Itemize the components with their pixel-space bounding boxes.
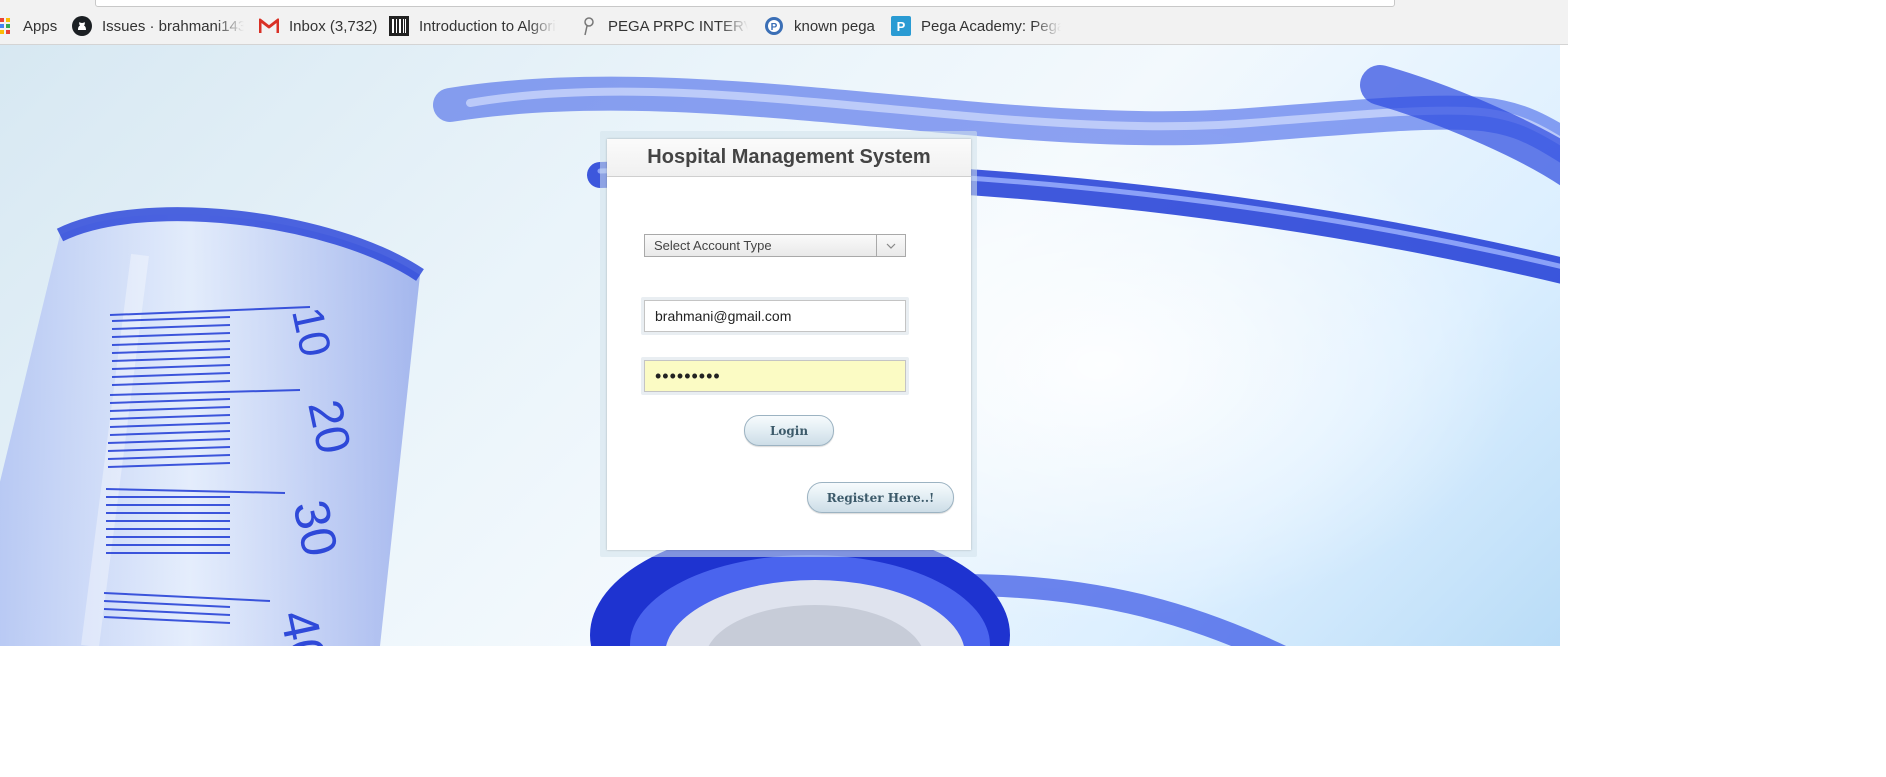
bookmark-label: Issues · brahmani143/ <box>102 17 244 35</box>
account-type-placeholder: Select Account Type <box>654 238 772 253</box>
svg-text:P: P <box>771 22 778 33</box>
register-button[interactable]: Register Here..! <box>807 482 954 513</box>
syringe-scale-number: 10 <box>282 303 341 362</box>
gmail-icon <box>259 16 279 36</box>
account-type-select[interactable]: Select Account Type <box>644 234 906 257</box>
svg-text:P: P <box>897 19 906 34</box>
bookmark-label: Pega Academy: Pega <box>921 17 1061 35</box>
syringe-scale-number: 30 <box>282 495 349 562</box>
pin-icon <box>578 16 598 36</box>
bookmark-label: Inbox (3,732) <box>289 17 378 35</box>
bookmarks-bar: Apps Issues · brahmani143/ Inbox (3,732) <box>0 0 1568 45</box>
bookmark-github-issues[interactable]: Issues · brahmani143/ <box>72 14 244 38</box>
address-bar[interactable] <box>95 0 1395 7</box>
chevron-down-icon[interactable] <box>876 235 905 256</box>
p-circle-icon: P <box>764 16 784 36</box>
bookmark-pega-academy[interactable]: P Pega Academy: Pega <box>891 14 1061 38</box>
password-field[interactable] <box>644 360 906 392</box>
bookmark-introduction-algorithms[interactable]: Introduction to Algori <box>389 14 563 38</box>
apps-grid-icon <box>0 16 12 36</box>
password-field-wrapper <box>641 357 909 395</box>
login-panel: Hospital Management System Select Accoun… <box>607 139 971 550</box>
pega-p-icon: P <box>891 16 911 36</box>
bookmark-label: known pega <box>794 17 875 35</box>
github-icon <box>72 16 92 36</box>
browser-window: Apps Issues · brahmani143/ Inbox (3,732) <box>0 0 1568 646</box>
bookmark-label: Apps <box>23 17 58 35</box>
login-button[interactable]: Login <box>744 415 834 446</box>
bookmark-label: Introduction to Algori <box>419 17 556 35</box>
login-title: Hospital Management System <box>607 139 971 177</box>
barcode-icon <box>389 16 409 36</box>
bookmark-known-pega[interactable]: P known pega <box>764 14 879 38</box>
bookmark-gmail-inbox[interactable]: Inbox (3,732) <box>259 14 379 38</box>
bookmark-apps[interactable]: Apps <box>0 14 62 38</box>
bookmark-pega-prpc[interactable]: PEGA PRPC INTERVIE <box>578 14 748 38</box>
bookmark-label: PEGA PRPC INTERVIE <box>608 17 748 35</box>
email-field-wrapper <box>641 297 909 335</box>
syringe-scale-number: 20 <box>297 395 361 459</box>
email-field[interactable] <box>644 300 906 332</box>
window-edge <box>1560 45 1568 646</box>
